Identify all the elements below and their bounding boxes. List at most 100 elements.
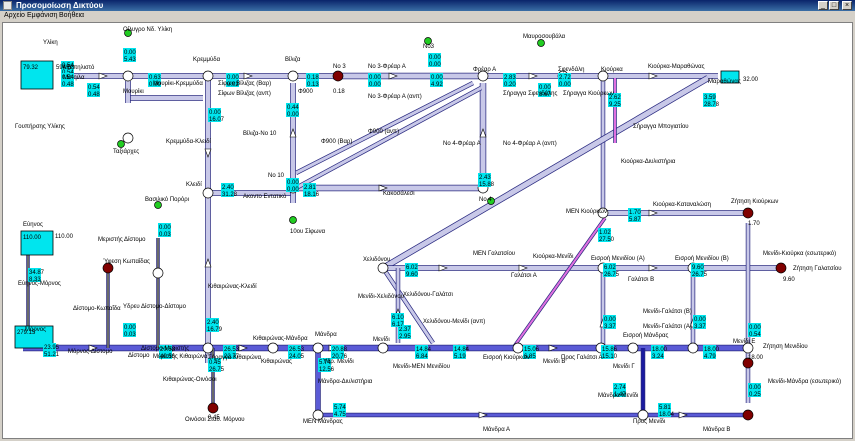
menu-help[interactable]: Βοήθεια — [59, 11, 84, 21]
pipe-label: Δίστομο-Κωπαΐδα — [73, 305, 121, 312]
value-head: 15.88 — [479, 182, 495, 188]
value-flow: 2.81 — [304, 185, 316, 191]
network-canvas[interactable]: 79.32110.00279.150.540.540.540.480.540.4… — [2, 22, 853, 439]
value-head: 31.28 — [222, 192, 238, 198]
value-flow: 0.00 — [604, 317, 616, 323]
pipe-label: Σήραγγα Σφενδάλης — [503, 90, 557, 97]
value-flow: 6.10 — [392, 315, 404, 321]
value-flow: 0.00 — [159, 225, 171, 231]
value-flow: 34.87 — [29, 270, 45, 276]
value-head: 5.19 — [454, 354, 466, 360]
demand-value: 18.00 — [748, 355, 764, 361]
tank-side-marathonas: 32.00 — [743, 77, 759, 83]
value-flow: 2.72 — [559, 75, 571, 81]
junction-node[interactable] — [202, 342, 214, 354]
node-label: 10ου Σίφωνα — [290, 229, 326, 235]
node-label: Μάνδρα — [315, 331, 337, 338]
minimize-button[interactable]: _ — [818, 1, 828, 10]
pipe-label: Χελιδόνου-Μενίδι (ανπ) — [423, 318, 485, 325]
value-flow: 14.84 — [416, 347, 432, 353]
value-head: 4.79 — [704, 354, 716, 360]
demand-node[interactable] — [775, 262, 787, 274]
pipe-sirangga-mpogiatiou[interactable] — [381, 75, 710, 271]
value-head: 0.48 — [88, 92, 100, 98]
pipe-label: Εισροή Μάνδρας — [623, 332, 668, 339]
app-window-icon[interactable] — [3, 1, 12, 10]
pipe-label: Οίλυγρο Νδ. Υλίκη — [123, 27, 172, 33]
value-head: 16.07 — [209, 117, 225, 123]
value-head: 9.25 — [609, 102, 621, 108]
junction-node[interactable] — [512, 342, 524, 354]
maximize-button[interactable]: □ — [829, 1, 839, 10]
junction-node[interactable] — [267, 342, 279, 354]
pipe-label: Μενίδι Ε — [733, 339, 755, 345]
junction-node[interactable] — [627, 342, 639, 354]
title-bar[interactable]: Προσομοίωση Δικτύου _ □ × — [0, 0, 855, 11]
junction-node[interactable] — [377, 262, 389, 274]
value-head: 18.04 — [659, 412, 675, 418]
junction-node[interactable] — [152, 267, 164, 279]
tank-label-mornos: Μόρνος — [25, 326, 46, 333]
pipe-label: Σήραγγα Κιούρκων — [563, 90, 614, 97]
junction-node[interactable] — [687, 342, 699, 354]
value-head: 0.13 — [307, 82, 319, 88]
value-head: 15.10 — [602, 354, 618, 360]
node-label: Δίστομο — [128, 353, 150, 359]
node-label: Κρεμμύδα — [193, 57, 221, 63]
pipe-label: Μενίδι-ΜΕΝ Μενιδίου — [393, 364, 450, 370]
junction-node[interactable] — [312, 342, 324, 354]
pipe-label: Νο 3-Φρέαρ Α (ανπ) — [368, 93, 422, 100]
node-label: Μουρίκι — [123, 89, 144, 95]
value-head: 51.21 — [44, 352, 60, 358]
menu-view[interactable]: Εμφάνιση — [27, 11, 58, 21]
pipe-eisroi-kiourkon[interactable] — [512, 217, 606, 349]
value-flow: 26.53 — [224, 347, 240, 353]
value-head: 12.56 — [319, 367, 335, 373]
pipe-label: Μενίδι-Γαλάτσι (Α) — [643, 323, 692, 330]
demand-node[interactable] — [207, 402, 219, 414]
junction-node[interactable] — [377, 342, 389, 354]
node-label: Βασιλικό Πορόρι — [145, 196, 190, 203]
pipe-label: Σήραγγα Μπογιατίου — [633, 123, 689, 130]
pipe-f900-anp[interactable] — [295, 86, 482, 190]
pipe-label: Μα πηλιστό — [63, 64, 95, 71]
value-flow: 15.06 — [524, 347, 540, 353]
node-label: Μενίδι — [373, 337, 390, 343]
value-head: 27.50 — [599, 237, 615, 243]
node-label: Βίλιζα — [285, 57, 301, 63]
close-button[interactable]: × — [842, 1, 852, 10]
pipe-label: Υδρευ Δίστομο-Δίστομο — [123, 304, 187, 310]
value-head: 0.03 — [159, 232, 171, 238]
tank-side-evinos: 110.00 — [55, 234, 74, 240]
node-label: Σφενδάλη — [558, 66, 584, 73]
value-flow: 1.02 — [599, 230, 611, 236]
source-node[interactable] — [117, 140, 125, 148]
value-head: 0.00 — [287, 187, 299, 193]
menu-file[interactable]: Αρχείο — [4, 11, 25, 21]
node-label: ΜΕΝ Γαλατσίου — [473, 251, 515, 257]
value-flow: 23.95 — [44, 345, 60, 351]
value-head: 0.03 — [124, 332, 136, 338]
junction-node[interactable] — [202, 187, 214, 199]
pipe-label: Νο 3-Φρέαρ Α — [368, 63, 406, 70]
junction-node[interactable] — [287, 70, 299, 82]
node-label: Ζήτηση Μενιδίου — [763, 343, 808, 350]
demand-node[interactable] — [742, 207, 754, 219]
node-label: Μαυροσουβάλα — [523, 33, 566, 40]
pipe-label: Βίλιζα-Νο 10 — [243, 131, 277, 137]
pipe-label: Σήραγγα Κιθαιρώνα — [208, 354, 262, 361]
junction-node[interactable] — [122, 70, 134, 82]
source-node[interactable] — [289, 216, 297, 224]
node-label: Προς Μενίδι — [633, 419, 666, 425]
value-head: 3.37 — [604, 324, 616, 330]
demand-node[interactable] — [332, 70, 344, 82]
junction-node[interactable] — [122, 132, 134, 144]
node-label: Νο 3 — [333, 64, 346, 70]
demand-node[interactable] — [742, 409, 754, 421]
value-head: 4.75 — [334, 412, 346, 418]
value-head: 16.79 — [207, 327, 223, 333]
junction-node[interactable] — [202, 70, 214, 82]
pipe-label: Μάνδρα-Μενίδι — [598, 392, 639, 399]
source-node[interactable] — [537, 39, 545, 47]
value-flow: 0.54 — [88, 85, 100, 91]
